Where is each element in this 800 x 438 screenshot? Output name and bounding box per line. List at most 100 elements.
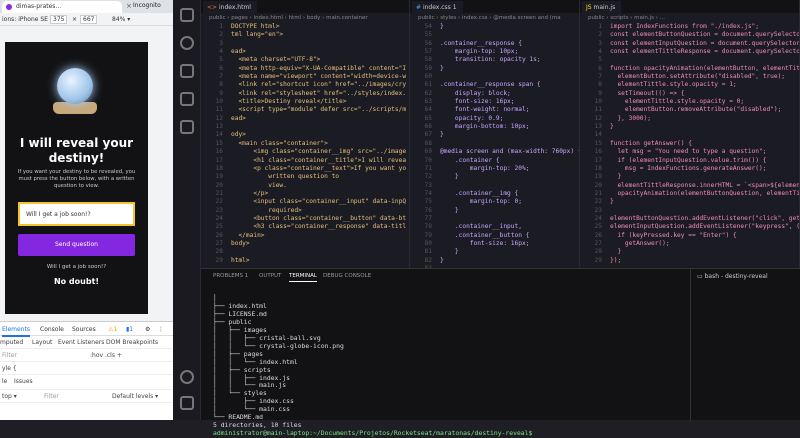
line-text: margin-top: 0;	[440, 198, 522, 206]
line-text: const elementInputQuestion = document.qu…	[610, 39, 800, 47]
code-line: 17 if (elementInputQuestion.value.trim()…	[580, 157, 799, 165]
code-editor[interactable]: 1 import IndexFunctions from "./index.js"…	[580, 23, 799, 265]
line-number: 22	[215, 198, 223, 206]
editor-pane-js: JS main.js public › scripts › main.js › …	[580, 0, 800, 268]
tab-label: main.js	[593, 4, 616, 11]
source-control-icon[interactable]	[180, 64, 194, 78]
code-line: 12 }, 3000);	[580, 115, 799, 123]
line-number: 14	[594, 131, 602, 139]
zoom-select[interactable]: 84% ▾	[112, 16, 130, 23]
terminal-instance[interactable]: ▭ bash - destiny-reveal	[691, 269, 800, 280]
tab-issues[interactable]: Issues	[14, 378, 33, 385]
code-editor[interactable]: 1 DOCTYPE html> 2 tml lang="en"> 3 4 ead> 5 <me…	[201, 23, 409, 265]
line-number: 70	[424, 156, 432, 164]
line-number: 56	[424, 39, 432, 47]
line-text: }, 3000);	[610, 114, 651, 122]
line-number: 3	[219, 39, 223, 47]
line-number: 29	[215, 256, 223, 264]
account-icon[interactable]	[180, 370, 194, 384]
code-line: 63 font-size: 16px;	[410, 98, 579, 106]
line-number: 72	[424, 173, 432, 181]
line-number: 64	[424, 106, 432, 114]
tab-index-css[interactable]: # index.css 1	[412, 1, 463, 13]
tab-main-js[interactable]: JS main.js	[582, 1, 622, 13]
line-text: elementButton.removeAttribute("disabled"…	[610, 106, 782, 114]
line-text: .container__img {	[440, 189, 519, 197]
code-line: 62 display: block;	[410, 90, 579, 98]
styles-toggles[interactable]: :hov .cls +	[90, 352, 122, 359]
line-text: getAnswer();	[610, 239, 670, 247]
explorer-icon[interactable]	[180, 8, 194, 22]
tab-index-html[interactable]: <> index.html	[203, 1, 257, 13]
line-text: <input class="container__input" data-inp…	[231, 198, 407, 206]
close-tab-icon[interactable]: ×	[126, 2, 132, 10]
terminal-output[interactable]: │ ├── index.html ├── LICENSE.md ├── public │…	[213, 294, 536, 438]
line-number: 16	[215, 148, 223, 156]
warning-count[interactable]: ⚠1	[108, 326, 117, 333]
tab-output[interactable]: OUTPUT	[259, 273, 281, 279]
styles-filter[interactable]: Filter	[2, 352, 17, 359]
tab-layout[interactable]: Layout	[32, 339, 52, 346]
line-text: }	[610, 198, 614, 206]
bottom-panel: PROBLEMS 1 OUTPUT TERMINAL DEBUG CONSOLE…	[201, 268, 800, 437]
more-icon[interactable]: ⋮	[158, 326, 164, 333]
tab-problems[interactable]: PROBLEMS 1	[213, 273, 248, 279]
code-line: 75 margin-top: 0;	[410, 198, 579, 206]
code-line: 29 html>	[201, 257, 409, 265]
line-text: <button class="container__button" data-b…	[231, 214, 407, 222]
question-input[interactable]: Will I get a job soon!?	[18, 202, 135, 226]
search-icon[interactable]	[180, 36, 194, 50]
tab-sources[interactable]: Sources	[72, 326, 96, 333]
line-number: 20	[594, 181, 602, 189]
height-field[interactable]: 667	[80, 15, 98, 24]
code-line: 14 ody>	[201, 131, 409, 139]
code-line: 9 setTimeout(() => {	[580, 90, 799, 98]
editor-pane-css: # index.css 1 public › styles › index.cs…	[410, 0, 580, 268]
context-select[interactable]: top ▾	[2, 393, 17, 400]
line-text: }	[610, 173, 622, 181]
tab-debug-console[interactable]: DEBUG CONSOLE	[323, 273, 371, 279]
run-debug-icon[interactable]	[180, 92, 194, 106]
code-line: 79 .container__button {	[410, 232, 579, 240]
console-filter[interactable]: Filter	[44, 393, 59, 400]
tab-dom-breakpoints[interactable]: DOM Breakpoints	[106, 339, 158, 346]
code-line: 5 <meta charset="UTF-8">	[201, 56, 409, 64]
code-line: 27 getAnswer();	[580, 240, 799, 248]
devtools-subtabs: mputed Layout Event Listeners DOM Breakp…	[0, 336, 173, 349]
device-select[interactable]: ions: iPhone SE ▾	[2, 16, 53, 23]
levels-select[interactable]: Default levels ▾	[112, 393, 158, 400]
extensions-icon[interactable]	[180, 120, 194, 134]
breadcrumb: public › scripts › main.js › ...	[588, 15, 665, 21]
manage-gear-icon[interactable]	[180, 396, 194, 410]
line-text: <p class="container__text">If you want y…	[231, 164, 407, 172]
line-text: import IndexFunctions from "./index.js";	[610, 23, 760, 30]
line-text: elementButton.setAttribute("disabled", t…	[610, 73, 786, 81]
send-question-button[interactable]: Send question	[18, 234, 135, 256]
tab-computed[interactable]: mputed	[0, 339, 23, 346]
line-number: 17	[215, 156, 223, 164]
tab-console[interactable]: Console	[40, 326, 64, 333]
line-number: 2	[219, 31, 223, 39]
browser-tab-bar: dimas-prates... × Incognito	[0, 0, 173, 13]
browser-tab[interactable]: dimas-prates...	[2, 1, 122, 13]
code-editor[interactable]: 54} 55 56 .container__response {57 margin-t…	[410, 23, 579, 268]
code-line: 8 <link rel="shortcut icon" href="../ima…	[201, 81, 409, 89]
line-number: 21	[594, 189, 602, 197]
code-line: 11 <script type="module" defer src="../s…	[201, 106, 409, 114]
tab-event-listeners[interactable]: Event Listeners	[58, 339, 104, 346]
line-text: <title>Destiny reveal</title>	[231, 98, 347, 106]
gear-icon[interactable]: ⚙	[145, 326, 150, 333]
line-text: ead>	[231, 48, 246, 56]
tab-console-drawer[interactable]: le	[2, 378, 7, 385]
width-field[interactable]: 375	[50, 15, 68, 24]
error-count[interactable]: ▮1	[126, 326, 133, 333]
incognito-badge[interactable]: Incognito	[133, 2, 161, 9]
line-number: 19	[594, 173, 602, 181]
devtools-tabs: Elements Console Sources ⚠1 ▮1 ⚙ ⋮	[0, 322, 173, 337]
line-number: 61	[424, 81, 432, 89]
code-line: 22 <input class="container__input" data-…	[201, 198, 409, 206]
line-number: 6	[598, 64, 602, 72]
code-line: 16 <img class="container__img" src="../i…	[201, 148, 409, 156]
tab-terminal[interactable]: TERMINAL	[289, 273, 317, 282]
line-number: 9	[598, 89, 602, 97]
